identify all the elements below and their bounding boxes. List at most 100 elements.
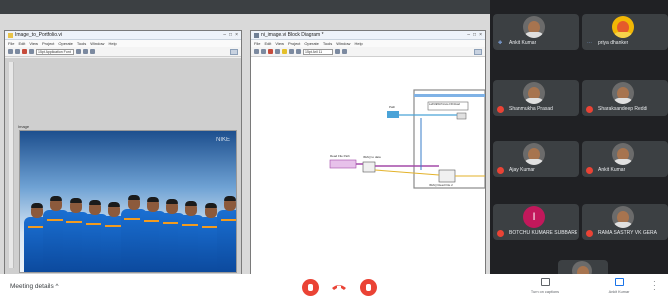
menu-file[interactable]: File (8, 41, 14, 46)
menu-project[interactable]: Project (288, 41, 300, 46)
node-path-constant[interactable] (387, 111, 399, 118)
menu-operate[interactable]: Operate (304, 41, 318, 46)
loop-border-top (414, 94, 485, 97)
block-diagram-menubar: File Edit View Project Operate Tools Win… (251, 40, 485, 47)
participant-name: Ajay Kumar (509, 167, 535, 173)
close-icon: × (235, 32, 238, 38)
participant-tile[interactable]: RAMA SASTRY VK GERA (582, 204, 668, 240)
mic-off-icon (586, 230, 593, 237)
captions-label: Turn on captions (530, 290, 560, 294)
hang-up-icon[interactable] (330, 282, 348, 291)
mic-off-icon (497, 230, 504, 237)
front-panel-toolbar: 15pt Application Font (5, 47, 241, 57)
menu-tools[interactable]: Tools (77, 41, 86, 46)
avatar (612, 82, 634, 104)
avatar (523, 143, 545, 165)
menu-tools[interactable]: Tools (323, 41, 332, 46)
self-view-tile[interactable] (558, 260, 608, 281)
menu-view[interactable]: View (29, 41, 38, 46)
front-panel-title: Image_to_Portfolio.vi (15, 32, 62, 38)
share-header (0, 0, 490, 14)
block-diagram-toolbar: 15pt Aril 11 (251, 47, 485, 57)
pin-icon[interactable]: ✥ (498, 40, 502, 46)
pause-icon[interactable] (29, 49, 34, 54)
highlight-icon[interactable] (282, 49, 287, 54)
menu-help[interactable]: Help (108, 41, 116, 46)
menu-edit[interactable]: Edit (264, 41, 271, 46)
step-over-icon[interactable] (296, 49, 301, 54)
vi-icon (474, 48, 482, 55)
participant-name: priya dhanker (598, 40, 629, 46)
player-figure (217, 196, 236, 272)
abort-icon[interactable] (268, 49, 273, 54)
label-loop: LabVIEW.Picture.FIF.Read (429, 103, 460, 106)
front-panel-canvas: Image NIKE (5, 58, 241, 286)
participant-name: Shanmukha Prasad (509, 106, 553, 112)
font-select[interactable]: 15pt Application Font (36, 48, 74, 55)
menu-window[interactable]: Window (336, 41, 350, 46)
participant-name: Ankit Kumar (598, 167, 626, 173)
participant-tile[interactable]: I BOTCHU KUMARE SUBBAREDDI (493, 204, 579, 240)
screen-share: Image_to_Portfolio.vi – □ × File Edit View… (0, 14, 490, 286)
more-options-icon[interactable]: · · · (653, 278, 656, 294)
font-select[interactable]: 15pt Aril 11 (303, 48, 333, 55)
pause-icon[interactable] (275, 49, 280, 54)
node-write[interactable] (438, 169, 456, 183)
distribute-icon[interactable] (83, 49, 88, 54)
meeting-details-button[interactable]: Meeting details ^ (10, 283, 59, 290)
front-panel-titlebar[interactable]: Image_to_Portfolio.vi – □ × (5, 31, 241, 40)
run-arrow-icon[interactable] (254, 49, 259, 54)
camera-off-button[interactable] (360, 279, 377, 296)
participant-tile[interactable]: Ajay Kumar (493, 141, 579, 177)
mic-off-icon (586, 106, 593, 113)
menu-window[interactable]: Window (90, 41, 104, 46)
front-panel-window[interactable]: Image_to_Portfolio.vi – □ × File Edit View… (4, 30, 242, 286)
menu-file[interactable]: File (254, 41, 260, 46)
abort-icon[interactable] (22, 49, 27, 54)
captions-icon[interactable] (541, 278, 550, 286)
node-image-data[interactable] (362, 161, 376, 173)
block-diagram-window[interactable]: ni_image.vi Block Diagram * – □ × File Edi… (250, 30, 486, 286)
front-panel-menubar: File Edit View Project Operate Tools Win… (5, 40, 241, 47)
maximize-icon: □ (229, 32, 233, 38)
present-icon[interactable] (615, 278, 624, 286)
participant-name: Ankit Kumar (509, 40, 537, 46)
participant-tile[interactable]: Sharaksandeep Reddi (582, 80, 668, 116)
window-controls[interactable]: – □ × (223, 32, 238, 38)
run-arrow-icon[interactable] (8, 49, 13, 54)
participant-tile[interactable]: Ankit Kumar (582, 141, 668, 177)
align-icon[interactable] (335, 49, 340, 54)
vertical-scrollbar[interactable] (9, 62, 14, 268)
menu-edit[interactable]: Edit (18, 41, 25, 46)
meet-window: Image_to_Portfolio.vi – □ × File Edit View… (0, 0, 668, 299)
ellipsis-icon[interactable]: ⋯ (587, 40, 592, 46)
node-read-file[interactable] (329, 159, 357, 169)
node-read[interactable] (456, 112, 467, 120)
menu-help[interactable]: Help (354, 41, 362, 46)
minimize-icon: – (467, 32, 471, 38)
label-path: Path (389, 105, 396, 109)
step-icon[interactable] (289, 49, 294, 54)
distribute-icon[interactable] (342, 49, 347, 54)
menu-operate[interactable]: Operate (58, 41, 72, 46)
scroll-stub (448, 78, 485, 83)
run-continuous-icon[interactable] (15, 49, 20, 54)
menu-view[interactable]: View (275, 41, 284, 46)
participant-tile[interactable]: ⋯ priya dhanker (582, 14, 668, 50)
resize-icon[interactable] (90, 49, 95, 54)
block-diagram-title: ni_image.vi Block Diagram * (261, 32, 324, 38)
labview-icon (254, 32, 259, 38)
mic-off-button[interactable] (302, 279, 319, 296)
participant-name: Sharaksandeep Reddi (598, 106, 648, 112)
participant-tile[interactable]: Shanmukha Prasad (493, 80, 579, 116)
participant-tile[interactable]: ✥ Ankit Kumar (493, 14, 579, 50)
label-read-file: Read File Path (330, 154, 350, 158)
mic-off-icon (497, 167, 504, 174)
block-diagram-titlebar[interactable]: ni_image.vi Block Diagram * – □ × (251, 31, 485, 40)
align-icon[interactable] (76, 49, 81, 54)
run-continuous-icon[interactable] (261, 49, 266, 54)
image-label: Image (18, 124, 30, 129)
labview-icon (8, 32, 13, 38)
menu-project[interactable]: Project (42, 41, 54, 46)
window-controls[interactable]: – □ × (467, 32, 482, 38)
